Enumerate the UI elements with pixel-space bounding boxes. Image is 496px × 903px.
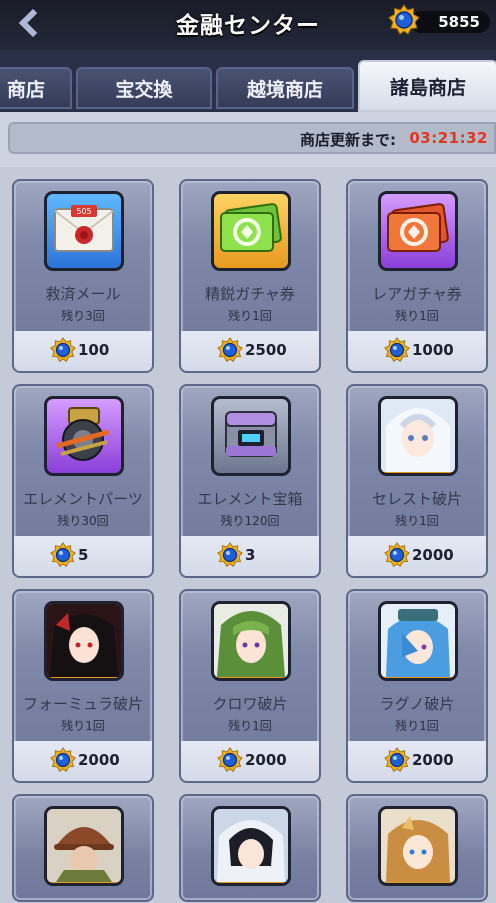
blue-gem-medal-icon bbox=[217, 337, 243, 363]
blue-gem-medal-icon bbox=[388, 4, 420, 36]
red-ticket-icon bbox=[384, 201, 452, 261]
shop-item-grid: 505 救済メール残り3回 100 精鋭ガチャ券残り1回 2500 レアガチャ券残り1回 1… bbox=[0, 167, 496, 903]
svg-text:505: 505 bbox=[76, 207, 91, 216]
formula-portrait-icon bbox=[47, 604, 121, 678]
price-bar[interactable]: 3 bbox=[181, 536, 319, 576]
refresh-label: 商店更新まで: bbox=[300, 131, 396, 149]
item-icon-frame bbox=[44, 806, 124, 886]
item-remaining-count: 残り120回 bbox=[220, 514, 280, 528]
element-chest-icon bbox=[218, 402, 284, 470]
blue-gem-medal-icon bbox=[50, 337, 76, 363]
celeste-portrait-icon bbox=[381, 399, 455, 473]
item-price: 1000 bbox=[412, 341, 454, 359]
item-icon-frame bbox=[44, 601, 124, 681]
item-remaining-count: 残り1回 bbox=[395, 309, 439, 323]
item-name: レアガチャ券 bbox=[372, 285, 462, 303]
top-bar: 金融センター 5855 bbox=[0, 0, 496, 50]
item-name: エレメントパーツ bbox=[23, 490, 143, 508]
tab-treasure-exchange[interactable]: 宝交換 bbox=[76, 67, 212, 109]
tab-shop[interactable]: 商店 bbox=[0, 67, 72, 109]
currency-amount: 5855 bbox=[438, 13, 480, 31]
price-bar[interactable]: 2000 bbox=[348, 536, 486, 576]
shop-item-card[interactable]: レアガチャ券残り1回 1000 bbox=[346, 179, 488, 373]
item-price: 2000 bbox=[412, 751, 454, 769]
item-price: 2000 bbox=[412, 546, 454, 564]
sos-mail-icon: 505 bbox=[51, 201, 117, 261]
item-name: フォーミュラ破片 bbox=[22, 695, 143, 713]
item-price: 2000 bbox=[245, 751, 287, 769]
price-bar[interactable]: 2000 bbox=[348, 741, 486, 781]
item-name: エレメント宝箱 bbox=[197, 490, 303, 508]
item-remaining-count: 残り3回 bbox=[61, 309, 105, 323]
shop-item-card[interactable] bbox=[346, 794, 488, 902]
item-icon-frame bbox=[211, 601, 291, 681]
item-name: セレスト破片 bbox=[371, 490, 462, 508]
refresh-countdown: 03:21:32 bbox=[409, 129, 488, 147]
item-name: 精鋭ガチャ券 bbox=[205, 285, 295, 303]
element-parts-icon bbox=[49, 402, 119, 470]
item-icon-frame bbox=[378, 191, 458, 271]
item-icon-frame: 505 bbox=[44, 191, 124, 271]
item-icon-frame bbox=[211, 191, 291, 271]
price-bar[interactable]: 2000 bbox=[14, 741, 152, 781]
shop-tabs: 商店 宝交換 越境商店 諸島商店 bbox=[0, 50, 496, 112]
item-icon-frame bbox=[44, 396, 124, 476]
currency-display: 5855 bbox=[388, 4, 490, 36]
item-remaining-count: 残り30回 bbox=[57, 514, 109, 528]
item-icon-frame bbox=[378, 396, 458, 476]
hooded-girl-portrait-icon bbox=[214, 809, 288, 883]
raguno-portrait-icon bbox=[381, 604, 455, 678]
blue-gem-medal-icon bbox=[217, 542, 243, 568]
blonde-girl-portrait-icon bbox=[381, 809, 455, 883]
blue-gem-medal-icon bbox=[50, 542, 76, 568]
shop-item-card[interactable]: セレスト破片残り1回 2000 bbox=[346, 384, 488, 578]
item-remaining-count: 残り1回 bbox=[228, 309, 272, 323]
blue-gem-medal-icon bbox=[384, 337, 410, 363]
price-bar[interactable]: 100 bbox=[14, 331, 152, 371]
shop-item-card[interactable]: フォーミュラ破片残り1回 2000 bbox=[12, 589, 154, 783]
price-bar[interactable]: 5 bbox=[14, 536, 152, 576]
item-remaining-count: 残り1回 bbox=[395, 514, 439, 528]
price-bar[interactable]: 2000 bbox=[181, 741, 319, 781]
item-icon-frame bbox=[378, 806, 458, 886]
shop-item-card[interactable]: 精鋭ガチャ券残り1回 2500 bbox=[179, 179, 321, 373]
item-icon-frame bbox=[211, 396, 291, 476]
tab-island-shop[interactable]: 諸島商店 bbox=[358, 60, 496, 112]
item-icon-frame bbox=[211, 806, 291, 886]
shop-item-card[interactable] bbox=[179, 794, 321, 902]
shop-item-card[interactable]: ラグノ破片残り1回 2000 bbox=[346, 589, 488, 783]
item-remaining-count: 残り1回 bbox=[395, 719, 439, 733]
helmet-soldier-portrait-icon bbox=[47, 809, 121, 883]
blue-gem-medal-icon bbox=[217, 747, 243, 773]
item-remaining-count: 残り1回 bbox=[228, 719, 272, 733]
item-icon-frame bbox=[378, 601, 458, 681]
shop-item-card[interactable] bbox=[12, 794, 154, 902]
tab-cross-border-shop[interactable]: 越境商店 bbox=[216, 67, 354, 109]
item-remaining-count: 残り1回 bbox=[61, 719, 105, 733]
refresh-timer-bar: 商店更新まで: 03:21:32 bbox=[8, 122, 496, 154]
shop-item-card[interactable]: 505 救済メール残り3回 100 bbox=[12, 179, 154, 373]
shop-item-card[interactable]: エレメント宝箱残り120回 3 bbox=[179, 384, 321, 578]
item-price: 100 bbox=[78, 341, 110, 359]
item-price: 2500 bbox=[245, 341, 287, 359]
blue-gem-medal-icon bbox=[384, 542, 410, 568]
green-ticket-icon bbox=[217, 201, 285, 261]
item-price: 3 bbox=[245, 546, 256, 564]
price-bar[interactable]: 1000 bbox=[348, 331, 486, 371]
kurowa-portrait-icon bbox=[214, 604, 288, 678]
item-price: 2000 bbox=[78, 751, 120, 769]
shop-item-card[interactable]: クロワ破片残り1回 2000 bbox=[179, 589, 321, 783]
blue-gem-medal-icon bbox=[384, 747, 410, 773]
shop-item-card[interactable]: エレメントパーツ残り30回 5 bbox=[12, 384, 154, 578]
price-bar[interactable]: 2500 bbox=[181, 331, 319, 371]
item-name: 救済メール bbox=[45, 285, 121, 303]
blue-gem-medal-icon bbox=[50, 747, 76, 773]
item-name: ラグノ破片 bbox=[379, 695, 455, 713]
item-name: クロワ破片 bbox=[212, 695, 288, 713]
shop-content: 商店更新まで: 03:21:32 505 救済メール残り3回 100 精鋭ガチャ券残り… bbox=[0, 112, 496, 903]
item-price: 5 bbox=[78, 546, 89, 564]
